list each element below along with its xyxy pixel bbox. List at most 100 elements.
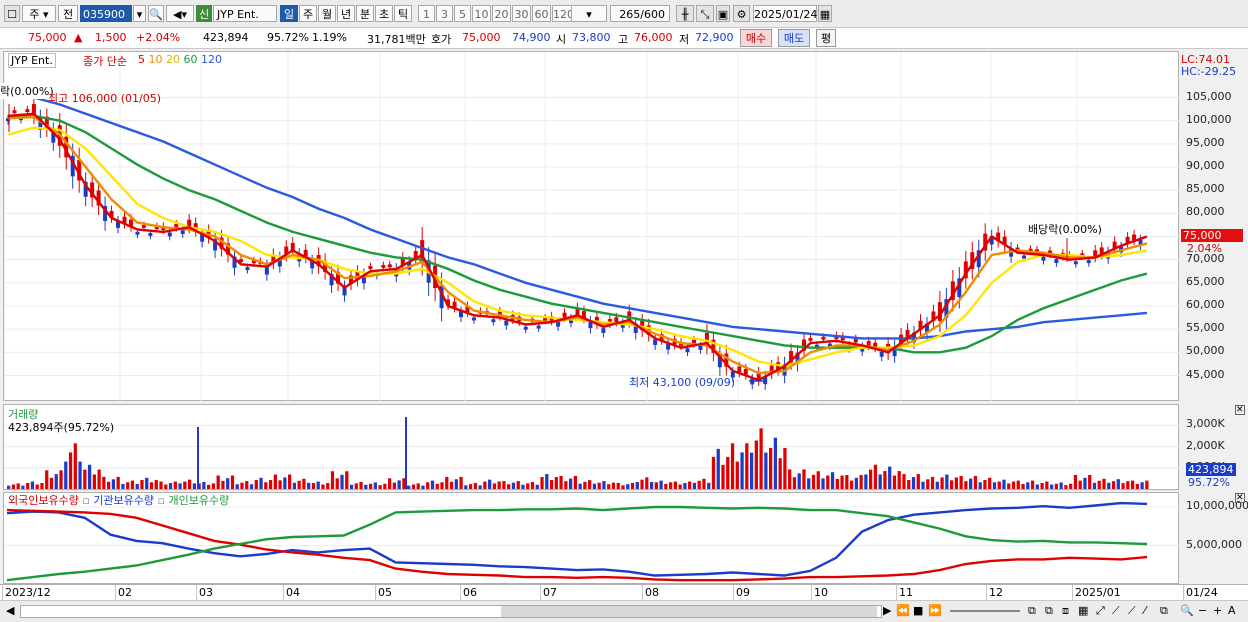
scroll-right-icon[interactable]: ▶ <box>883 604 891 617</box>
period-tab-2[interactable]: 월 <box>318 5 336 22</box>
volume-bar <box>649 482 654 489</box>
code-dropdown-icon[interactable]: ▾ <box>133 5 146 22</box>
legend-stock-name[interactable]: JYP Ent. <box>8 53 56 68</box>
speaker-icon[interactable]: ◀▾ <box>166 5 194 22</box>
count-field[interactable]: 265/600 <box>610 5 670 22</box>
buy-button[interactable]: 매수 <box>740 29 772 47</box>
period-tab-5[interactable]: 초 <box>375 5 393 22</box>
layout-2-icon[interactable]: ⧉ <box>1045 604 1053 618</box>
gear-icon[interactable]: ⚙ <box>733 5 750 22</box>
period-tab-3[interactable]: 년 <box>337 5 355 22</box>
stock-name-field[interactable]: JYP Ent. <box>213 5 277 22</box>
volume-bar <box>388 478 392 489</box>
volume-bar <box>511 482 516 489</box>
volume-bar <box>916 474 920 489</box>
volume-bar <box>154 480 158 489</box>
ask-label: 호가 <box>431 33 452 46</box>
volume-bar <box>207 484 211 489</box>
volume-bar <box>430 480 435 489</box>
cursor-icon[interactable]: ⤢ <box>1096 604 1105 618</box>
legend-ma-10[interactable]: 10 <box>149 53 167 66</box>
font-size-icon[interactable]: A <box>1228 604 1236 617</box>
period-tab-6[interactable]: 틱 <box>394 5 412 22</box>
x-tick-12: 2025/01 <box>1075 586 1121 599</box>
legend-ma-120[interactable]: 120 <box>201 53 222 66</box>
tick-button-20[interactable]: 20 <box>492 5 511 22</box>
save-icon[interactable]: ▣ <box>716 5 730 22</box>
magnify-icon[interactable]: 🔍 <box>1180 604 1194 617</box>
tick-button-1[interactable]: 1 <box>418 5 435 22</box>
sell-button[interactable]: 매도 <box>778 29 810 47</box>
candle-body <box>368 266 373 270</box>
draw-tool-icon[interactable]: ⤡ <box>696 5 714 22</box>
tick-button-60[interactable]: 60 <box>532 5 551 22</box>
volume-bar <box>859 475 863 489</box>
legend-ma-20[interactable]: 20 <box>166 53 184 66</box>
volume-bar <box>545 474 549 489</box>
tick-button-30[interactable]: 30 <box>512 5 531 22</box>
ma-line-10 <box>7 115 1148 375</box>
legend-ma-5[interactable]: 5 <box>138 53 149 66</box>
volume-panel[interactable] <box>3 404 1180 491</box>
current-pct-tag: 2.04% <box>1187 242 1222 255</box>
candle-icon[interactable]: ╫ <box>676 5 694 22</box>
rewind-icon[interactable]: ⏪ <box>896 604 910 617</box>
volume-bar <box>473 482 477 489</box>
low-label: 저 <box>679 33 690 46</box>
line-icon[interactable]: ⁄ <box>1144 604 1146 617</box>
bid-price: 74,900 <box>512 31 551 44</box>
avg-button[interactable]: 평 <box>816 29 836 47</box>
trade-amount: 31,781백만 <box>367 33 426 46</box>
trend-icon[interactable]: ⟋ <box>1112 604 1120 618</box>
legend-ma-60[interactable]: 60 <box>184 53 202 66</box>
scrollbar-track[interactable] <box>20 605 882 618</box>
prev-button[interactable]: 전 <box>58 5 78 22</box>
zoom-out-icon[interactable]: − <box>1198 604 1207 617</box>
candle-body <box>12 110 17 114</box>
zoom-in-icon[interactable]: + <box>1213 604 1222 617</box>
layout-icon[interactable]: ⧉ <box>1028 604 1036 618</box>
scrollbar-thumb[interactable] <box>501 606 877 617</box>
price-chart[interactable] <box>4 52 1180 402</box>
compare-icon[interactable]: ⧈ <box>1062 604 1069 618</box>
date-field[interactable]: 2025/01/24 <box>753 5 817 22</box>
period-tab-4[interactable]: 분 <box>356 5 374 22</box>
volume-chart[interactable] <box>4 405 1180 491</box>
x-tick-mark <box>115 585 116 600</box>
candle-body <box>523 326 528 330</box>
tick-spinner[interactable]: ▾ <box>571 5 607 22</box>
close-volume-icon[interactable]: ✕ <box>1235 405 1245 415</box>
trend-2-icon[interactable]: ⟋ <box>1128 604 1136 618</box>
copy-icon[interactable]: ⧉ <box>1160 604 1168 618</box>
close-holdings-icon[interactable]: ✕ <box>1235 493 1245 503</box>
zoom-slider[interactable] <box>950 610 1020 612</box>
grid-icon[interactable]: ▦ <box>1078 604 1088 617</box>
period-tab-0[interactable]: 일 <box>280 5 298 22</box>
scroll-left-icon[interactable]: ◀ <box>6 604 14 617</box>
search-icon[interactable]: 🔍 <box>148 5 164 22</box>
volume-bar <box>935 481 939 489</box>
stop-icon[interactable]: ■ <box>913 604 923 617</box>
tick-button-5[interactable]: 5 <box>454 5 471 22</box>
volume-bar <box>764 452 768 489</box>
stock-code-input[interactable]: 035900 <box>80 5 132 22</box>
type-selector[interactable]: 주 ▾ <box>22 5 56 22</box>
x-tick-9: 10 <box>814 586 828 599</box>
volume-bar <box>416 483 420 489</box>
holdings-tick-1: 5,000,000 <box>1186 537 1242 551</box>
volume-bar <box>49 477 54 489</box>
forward-icon[interactable]: ⏩ <box>928 604 942 617</box>
tick-button-3[interactable]: 3 <box>436 5 453 22</box>
volume-bar <box>230 475 235 489</box>
period-tab-1[interactable]: 주 <box>299 5 317 22</box>
volume-bar <box>492 483 497 489</box>
volume-bar <box>1064 485 1068 489</box>
price-panel[interactable] <box>3 51 1180 402</box>
price-tick-7: 65,000 <box>1186 274 1225 288</box>
volume-bar <box>268 480 273 489</box>
calendar-icon[interactable]: ▦ <box>818 5 832 22</box>
candle-body <box>1086 260 1091 264</box>
menu-icon[interactable]: ☐ <box>4 5 20 22</box>
tick-button-10[interactable]: 10 <box>472 5 491 22</box>
volume-bar <box>659 480 663 489</box>
